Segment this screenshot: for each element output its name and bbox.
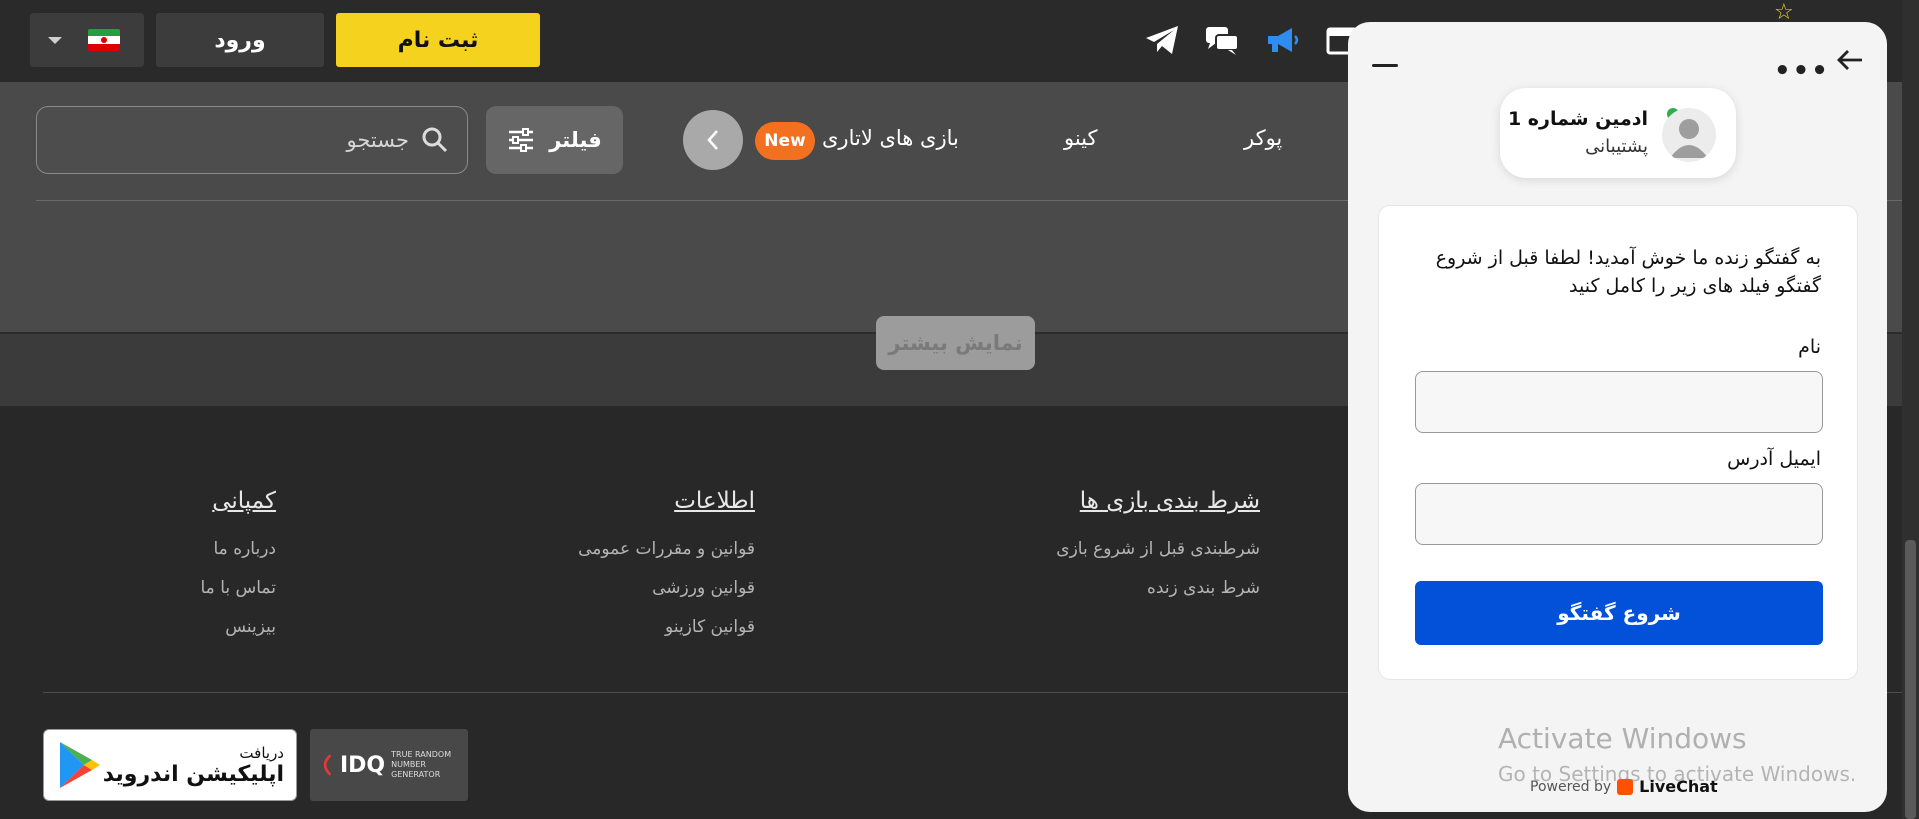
chat-bubbles-icon[interactable] [1200,18,1244,62]
name-field[interactable] [1415,371,1823,433]
footer-column-info: اطلاعات قوانین و مقررات عمومی قوانین ورز… [578,488,755,647]
show-more-button[interactable]: نمایش بیشتر [876,316,1035,370]
search-input[interactable]: جستجو [36,106,468,174]
telegram-icon[interactable] [1140,18,1184,62]
footer-heading[interactable]: شرط بندی بازی ها [1056,488,1260,514]
welcome-message: به گفتگو زنده ما خوش آمدید! لطفا قبل از … [1435,247,1821,297]
idq-logo: IDQ [339,752,386,778]
chevron-down-icon [48,36,62,44]
filter-button[interactable]: فیلتر [486,106,623,174]
avatar [1662,108,1716,162]
minimize-icon[interactable] [1372,64,1398,67]
agent-role: پشتیبانی [1585,136,1648,157]
login-button[interactable]: ورود [156,13,324,67]
footer-link[interactable]: شرطبندی قبل از شروع بازی [1056,530,1260,569]
register-button[interactable]: ثبت نام [336,13,540,67]
email-field[interactable] [1415,483,1823,545]
idq-line1: TRUE RANDOM [391,750,452,759]
app-badge-line1: دریافت [239,743,284,762]
footer-heading[interactable]: کمپانی [201,488,276,514]
powered-by[interactable]: Powered by LiveChat [1530,777,1718,796]
back-arrow-icon[interactable] [1836,48,1864,76]
livechat-logo-icon [1617,778,1634,795]
chevron-left-icon [707,130,718,150]
footer-column-company: کمپانی درباره ما تماس با ما بیزینس [201,488,277,647]
idq-line2: NUMBER GENERATOR [391,760,441,779]
idq-rng-badge: IDQ TRUE RANDOM NUMBER GENERATOR [310,729,468,801]
language-select[interactable] [30,13,144,67]
sliders-icon [509,128,534,152]
footer-link[interactable]: شرط بندی زنده [1056,569,1260,608]
footer-link[interactable]: بیزینس [201,608,276,647]
agent-card: ادمین شماره 1 پشتیبانی [1500,88,1736,178]
scrollbar-thumb[interactable] [1905,540,1916,819]
livechat-widget: ••• ادمین شماره 1 پشتیبانی به گفتگو زنده… [1348,22,1887,812]
footer-link[interactable]: قوانین ورزشی [578,569,755,608]
footer-column-betting: شرط بندی بازی ها شرطبندی قبل از شروع باز… [1056,488,1260,608]
app-badge-line2: اپلیکیشن اندروید [102,761,284,787]
nav-item-keno[interactable]: کینو [1064,126,1098,150]
prechat-form: به گفتگو زنده ما خوش آمدید! لطفا قبل از … [1378,205,1858,680]
android-app-badge[interactable]: دریافت اپلیکیشن اندروید [43,729,297,801]
activate-windows-title: Activate Windows [1498,722,1747,755]
more-options-icon[interactable]: ••• [1774,56,1830,86]
livechat-brand: LiveChat [1639,777,1718,796]
filter-label: فیلتر [549,128,602,152]
footer-link[interactable]: تماس با ما [201,569,277,608]
footer-link[interactable]: قوانین و مقررات عمومی [578,530,755,569]
nav-item-lottery[interactable]: بازی های لاتاری [822,126,959,150]
megaphone-icon[interactable] [1260,18,1304,62]
start-chat-button[interactable]: شروع گفتگو [1415,581,1823,645]
search-icon [422,127,448,153]
search-placeholder: جستجو [346,128,409,152]
footer-link[interactable]: درباره ما [201,530,277,569]
name-label: نام [1798,336,1821,358]
iran-flag-icon [88,29,120,51]
new-badge: New [755,122,815,160]
google-play-icon [60,742,100,788]
footer-link[interactable]: قوانین کازینو [578,608,755,647]
agent-name: ادمین شماره 1 [1507,108,1648,130]
footer-heading[interactable]: اطلاعات [578,488,755,514]
email-label: ایمیل آدرس [1727,448,1821,470]
nav-scroll-left-button[interactable] [683,110,743,170]
powered-by-label: Powered by [1530,778,1612,795]
nav-item-poker[interactable]: پوکر [1244,126,1282,150]
idq-logo-icon [323,754,332,776]
